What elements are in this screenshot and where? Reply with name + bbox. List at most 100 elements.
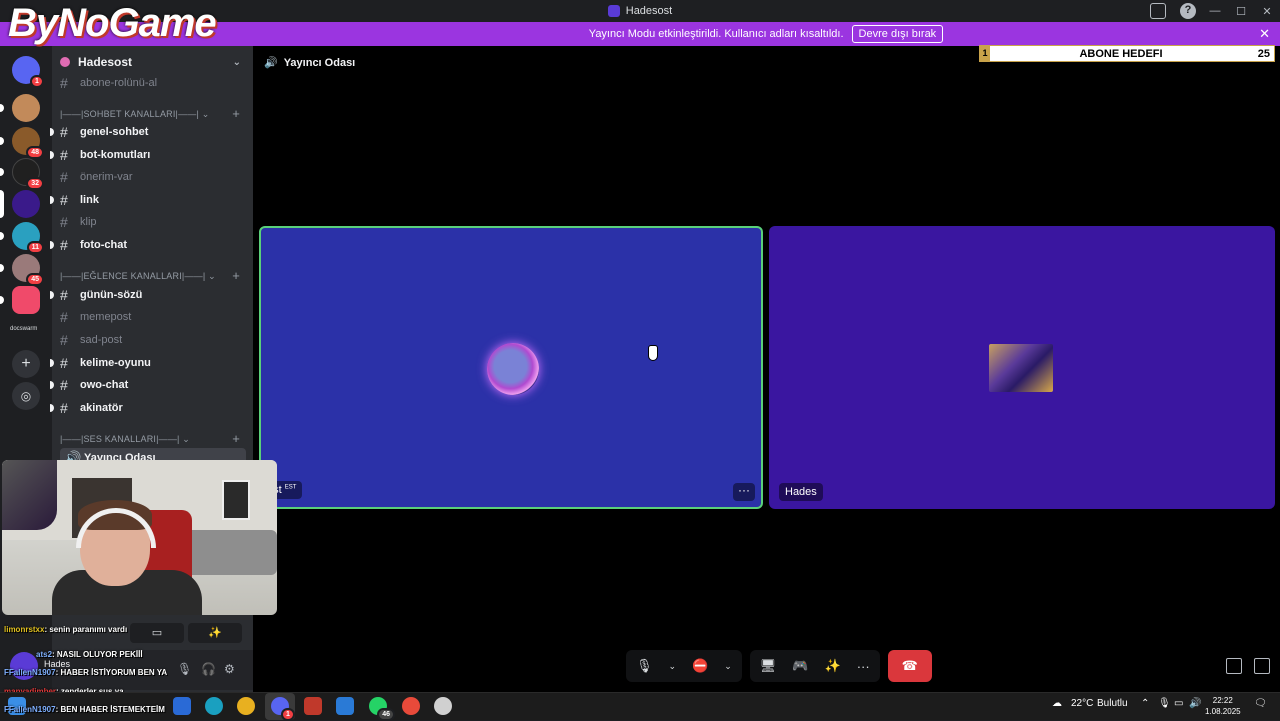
disconnect-button[interactable]: ☎ [887, 650, 932, 682]
inbox-icon[interactable] [1150, 3, 1166, 19]
minimize-button[interactable]: — [1202, 5, 1228, 17]
weather-desc[interactable]: Bulutlu [1097, 698, 1128, 709]
weather-icon[interactable]: ☁ [1052, 698, 1062, 709]
server-icon-hadesost[interactable] [0, 190, 40, 218]
clock-date: 1.08.2025 [1205, 707, 1241, 716]
channel-akinator[interactable]: # akinatör [50, 398, 246, 418]
add-channel-icon[interactable]: + [232, 106, 240, 121]
microphone-icon[interactable]: 🎙 [636, 658, 653, 674]
close-notice-icon[interactable]: ✕ [1259, 26, 1270, 42]
hash-icon: # [60, 214, 68, 230]
headphones-icon[interactable]: 🎧 [201, 662, 216, 676]
channel-memepost[interactable]: # memepost [60, 307, 246, 327]
screen-share-icon[interactable]: 🖥 [760, 658, 777, 674]
activity-icon[interactable]: 🎮 [792, 658, 808, 674]
discover-icon[interactable]: ◎ [12, 382, 40, 410]
obs-icon[interactable] [434, 697, 452, 715]
category-sohbet[interactable]: |——|SOHBET KANALLARI|——| ⌄ + [60, 106, 246, 121]
subscriber-goal-bar: 1 ABONE HEDEFI 25 [979, 45, 1275, 62]
server-header[interactable]: Hadesost ⌄ [52, 48, 253, 76]
call-controls: 🎙 ⌄ ⛔ ⌄ 🖥 🎮 ✨ ··· ☎ [626, 650, 932, 682]
system-clock[interactable]: 22:22 1.08.2025 [1205, 695, 1241, 717]
hash-icon: # [60, 169, 68, 185]
server-icon-4[interactable]: 32 [0, 158, 44, 190]
edge-icon[interactable] [205, 697, 223, 715]
maximize-button[interactable]: ☐ [1228, 5, 1254, 18]
weather-temp[interactable]: 22°C [1071, 698, 1093, 709]
server-icon-7[interactable]: 45 [0, 254, 44, 286]
app-icon-files[interactable] [173, 697, 191, 715]
participant-tile-1[interactable]: ust EST ··· [259, 226, 763, 509]
channel-label: günün-sözü [80, 289, 143, 301]
voice-header-title: Yayıncı Odası [283, 56, 356, 69]
chrome-icon[interactable] [237, 697, 255, 715]
channel-abone-rolunu-al[interactable]: # abone-rolünü-al [60, 73, 246, 93]
add-channel-icon[interactable]: + [232, 268, 240, 283]
channel-label: önerim-var [80, 171, 133, 183]
discord-icon[interactable]: 1 [271, 697, 295, 721]
soundboard-button[interactable]: ✨ [188, 623, 242, 643]
settings-icon[interactable]: ⚙ [224, 662, 235, 676]
channel-onerim-var[interactable]: # önerim-var [60, 167, 246, 187]
soundboard-icon[interactable]: ✨ [825, 658, 841, 674]
app-icon-bynogame[interactable] [304, 697, 322, 715]
channel-gunun-sozu[interactable]: # günün-sözü [50, 285, 246, 305]
hash-icon: # [60, 309, 68, 325]
streamer-webcam [2, 460, 277, 615]
fullscreen-icon[interactable] [1254, 658, 1270, 674]
goal-label: ABONE HEDEFI [1079, 47, 1163, 60]
hash-icon: # [60, 147, 68, 163]
chevron-down-icon[interactable]: ⌄ [669, 661, 677, 672]
server-icon-8[interactable] [0, 286, 40, 314]
server-icon-1[interactable]: 1 [12, 56, 44, 88]
chat-message: FFallenN1907: HABER İSTİYORUM BEN YA [4, 668, 168, 677]
category-label: |——|EĞLENCE KANALLARI|——| [60, 271, 206, 281]
server-icon-6[interactable]: 11 [0, 222, 44, 254]
channel-bot-komutlari[interactable]: # bot-komutları [50, 145, 246, 165]
channel-foto-chat[interactable]: # foto-chat [50, 235, 246, 255]
participant-tile-2[interactable]: Hades [769, 226, 1275, 509]
server-icon-2[interactable] [0, 94, 40, 122]
popout-icon[interactable] [1226, 658, 1242, 674]
category-label: |——|SOHBET KANALLARI|——| [60, 109, 200, 119]
more-icon[interactable]: ··· [857, 659, 870, 674]
channel-label: abone-rolünü-al [80, 77, 158, 89]
server-badge: 11 [26, 241, 44, 254]
tray-expand-icon[interactable]: ⌃ [1141, 698, 1149, 709]
app-icon-shield[interactable] [336, 697, 354, 715]
channel-klip[interactable]: # klip [60, 212, 246, 232]
more-options-icon[interactable]: ··· [733, 483, 755, 501]
channel-kelime-oyunu[interactable]: # kelime-oyunu [50, 353, 246, 373]
category-eglence[interactable]: |——|EĞLENCE KANALLARI|——| ⌄ + [60, 268, 246, 283]
channel-sad-post[interactable]: # sad-post [60, 330, 246, 350]
close-window-button[interactable]: ✕ [1254, 5, 1280, 18]
hash-icon: # [60, 287, 68, 303]
disable-streamer-mode-button[interactable]: Devre dışı bırak [851, 25, 944, 43]
docswarm-label[interactable]: docswarm [10, 326, 37, 332]
audio-video-group: 🎙 ⌄ ⛔ ⌄ [626, 650, 742, 682]
activity-group: 🖥 🎮 ✨ ··· [749, 650, 880, 682]
hash-icon: # [60, 237, 68, 253]
chrome-profile-icon[interactable] [402, 697, 420, 715]
camera-off-icon[interactable]: ⛔ [692, 658, 708, 674]
notifications-icon[interactable]: 🗨 [1254, 698, 1267, 709]
channel-link[interactable]: # link [50, 190, 246, 210]
server-icon-3[interactable]: 48 [0, 127, 44, 159]
add-server-icon[interactable]: + [12, 350, 40, 378]
category-ses[interactable]: |——|SES KANALLARI|——| ⌄ + [60, 431, 246, 446]
hash-icon: # [60, 400, 68, 416]
add-channel-icon[interactable]: + [232, 431, 240, 446]
server-dot-icon [60, 57, 70, 67]
volume-icon[interactable]: 🔊 [1189, 698, 1201, 709]
channel-genel-sohbet[interactable]: # genel-sohbet [50, 122, 246, 142]
participant-avatar [487, 343, 539, 395]
network-icon[interactable]: ▭ [1174, 698, 1183, 709]
chevron-down-icon[interactable]: ⌄ [724, 661, 732, 672]
streamer-mode-notice: Yayıncı Modu etkinleştirildi. Kullanıcı … [252, 22, 1280, 46]
mute-icon[interactable]: 🎙 [177, 662, 192, 676]
channel-owo-chat[interactable]: # owo-chat [50, 375, 246, 395]
help-icon[interactable]: ? [1180, 3, 1196, 19]
video-button[interactable]: ▭ [130, 623, 184, 643]
tray-mic-icon[interactable]: 🎙 [1158, 698, 1171, 709]
whatsapp-icon[interactable]: 46 [369, 697, 395, 721]
